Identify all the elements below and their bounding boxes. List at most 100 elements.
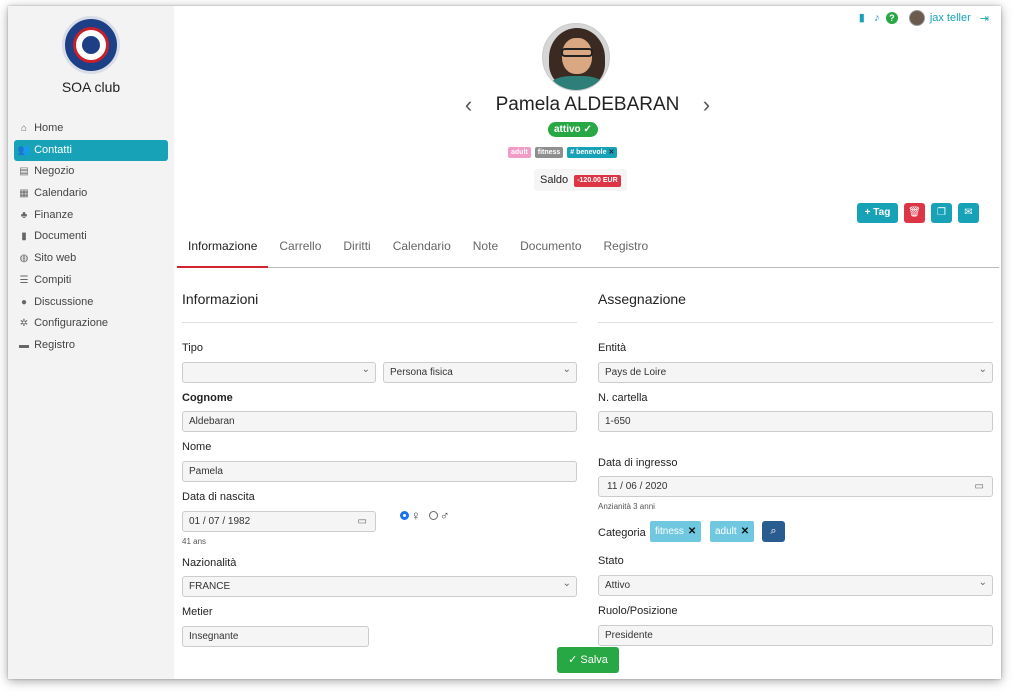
tipo-select-2[interactable]: Persona fisica <box>383 360 577 383</box>
sidebar-item-label: Contatti <box>34 143 72 156</box>
tab-carrello[interactable]: Carrello <box>268 234 332 268</box>
entita-select[interactable]: Pays de Loire <box>598 360 993 383</box>
piggy-bank-icon: ♣ <box>20 209 28 221</box>
help-icon[interactable]: ? <box>885 12 898 24</box>
bookmark-icon[interactable]: ▮ <box>856 12 868 24</box>
sidebar-item-label: Home <box>34 122 64 134</box>
sidebar-item-label: Configurazione <box>34 317 109 330</box>
gender-radio-female[interactable] <box>400 511 409 520</box>
section-title-info: Informazioni <box>182 291 577 323</box>
remove-icon[interactable]: ✕ <box>741 526 749 537</box>
section-title-assignment: Assegnazione <box>598 291 993 323</box>
sidebar-item-sito-web[interactable]: ◍ Sito web <box>14 248 168 270</box>
prev-contact-icon[interactable]: ‹ <box>461 92 477 118</box>
sidebar-item-calendario[interactable]: ▦ Calendario <box>14 183 168 205</box>
sidebar-item-configurazione[interactable]: ✲ Configurazione <box>14 313 168 335</box>
save-button[interactable]: ✓ Salva <box>557 647 619 673</box>
nazionalita-label: Nazionalità <box>182 557 237 569</box>
contact-name: Pamela ALDEBARAN <box>495 94 680 115</box>
users-icon: 👥 <box>17 144 31 156</box>
tag-badge: fitness <box>534 147 564 158</box>
club-logo[interactable] <box>62 16 120 74</box>
tag-badge: adult <box>508 147 531 158</box>
nazionalita-select[interactable]: FRANCE <box>182 574 577 597</box>
main-content: ▮ ♪ ? jax teller ⇥ ‹ Pamela ALDEBARAN › … <box>174 6 1001 679</box>
entita-label: Entità <box>598 342 627 354</box>
category-chip[interactable]: fitness ✕ <box>650 521 702 542</box>
info-section: Informazioni Tipo Persona fisica Cognome… <box>182 291 577 647</box>
tab-calendario[interactable]: Calendario <box>382 234 462 268</box>
contact-header: ‹ Pamela ALDEBARAN › <box>174 92 1001 118</box>
envelope-icon: ✉ <box>964 207 973 218</box>
cartella-input[interactable]: 1-650 <box>598 411 993 432</box>
trash-icon: 🗑 <box>908 207 921 218</box>
stato-select[interactable]: Attivo <box>598 573 993 596</box>
discussion-icon: ● <box>20 296 28 308</box>
tab-registro[interactable]: Registro <box>593 234 660 268</box>
tab-documento[interactable]: Documento <box>509 234 592 268</box>
store-icon: ▤ <box>19 166 29 178</box>
sidebar-item-finanze[interactable]: ♣ Finanze <box>14 205 168 227</box>
logout-icon[interactable]: ⇥ <box>980 12 989 25</box>
sidebar-item-label: Documenti <box>34 230 87 243</box>
birthdate-label: Data di nascita <box>182 491 255 503</box>
calendar-icon[interactable]: ▭ <box>358 512 367 531</box>
search-icon: ⌕ <box>770 525 777 537</box>
gender-choice: ♀ ♂ <box>400 508 456 523</box>
sidebar-item-documenti[interactable]: ▮ Documenti <box>14 226 168 248</box>
contact-photo[interactable] <box>542 23 610 91</box>
ingresso-label: Data di ingresso <box>598 457 678 469</box>
user-avatar[interactable] <box>908 10 925 26</box>
calendar-icon: ▦ <box>19 188 29 200</box>
category-chip-label: fitness <box>655 526 684 537</box>
duplicate-button[interactable]: ❐ <box>931 203 952 223</box>
next-contact-icon[interactable]: › <box>698 92 714 118</box>
sidebar-item-label: Calendario <box>34 187 88 200</box>
sidebar-item-home[interactable]: ⌂ Home <box>14 118 168 140</box>
category-chip[interactable]: adult ✕ <box>710 521 755 542</box>
sidebar-item-label: Sito web <box>34 252 77 265</box>
home-icon: ⌂ <box>20 123 28 134</box>
metier-input[interactable]: Insegnante <box>182 626 369 647</box>
sidebar-item-label: Registro <box>34 338 76 351</box>
cognome-input[interactable]: Aldebaran <box>182 411 577 432</box>
delete-button[interactable]: 🗑 <box>904 203 925 223</box>
sidebar-item-label: Finanze <box>34 208 74 221</box>
category-search-button[interactable]: ⌕ <box>762 521 785 542</box>
ruolo-label: Ruolo/Posizione <box>598 605 678 617</box>
app-window: SOA club ⌂ Home 👥 Contatti ▤ Negozio ▦ Cale… <box>8 6 1001 679</box>
tipo-select-1[interactable] <box>182 360 376 383</box>
tab-diritti[interactable]: Diritti <box>332 234 381 268</box>
document-icon: ▮ <box>21 231 27 243</box>
ingresso-input[interactable]: 11 / 06 / 2020 ▭ <box>598 476 993 497</box>
email-button[interactable]: ✉ <box>958 203 979 223</box>
balance-box: Saldo -120.00 EUR <box>534 169 627 191</box>
add-tag-button[interactable]: + Tag <box>857 203 898 223</box>
sidebar-nav: ⌂ Home 👥 Contatti ▤ Negozio ▦ Calendario ♣ F… <box>14 118 168 357</box>
calendar-icon[interactable]: ▭ <box>975 477 984 496</box>
metier-label: Metier <box>182 606 213 618</box>
sidebar-item-discussione[interactable]: ● Discussione <box>14 292 168 314</box>
sidebar-item-registro[interactable]: ▬ Registro <box>14 335 168 357</box>
sidebar-item-label: Compiti <box>34 273 72 286</box>
ingresso-value: 11 / 06 / 2020 <box>607 481 668 492</box>
sidebar-item-compiti[interactable]: ☰ Compiti <box>14 270 168 292</box>
sidebar-item-negozio[interactable]: ▤ Negozio <box>14 161 168 183</box>
gender-radio-male[interactable] <box>428 511 438 520</box>
birthdate-value: 01 / 07 / 1982 <box>189 516 251 527</box>
male-icon: ♂ <box>439 508 450 523</box>
club-name: SOA club <box>61 79 121 95</box>
nome-input[interactable]: Pamela <box>182 461 577 482</box>
ruolo-input[interactable]: Presidente <box>598 625 993 646</box>
remove-tag-icon[interactable]: ✕ <box>608 149 614 156</box>
sidebar-item-contatti[interactable]: 👥 Contatti <box>14 139 168 162</box>
tab-informazione[interactable]: Informazione <box>177 234 269 268</box>
category-chip-label: adult <box>715 526 737 537</box>
tasks-icon: ☰ <box>19 274 29 286</box>
bell-icon[interactable]: ♪ <box>871 12 883 24</box>
tag-badge: # benevole ✕ <box>567 147 618 158</box>
tab-note[interactable]: Note <box>462 234 509 268</box>
user-name-link[interactable]: jax teller <box>930 12 971 24</box>
birthdate-input[interactable]: 01 / 07 / 1982 ▭ <box>182 511 376 532</box>
remove-icon[interactable]: ✕ <box>688 526 696 537</box>
